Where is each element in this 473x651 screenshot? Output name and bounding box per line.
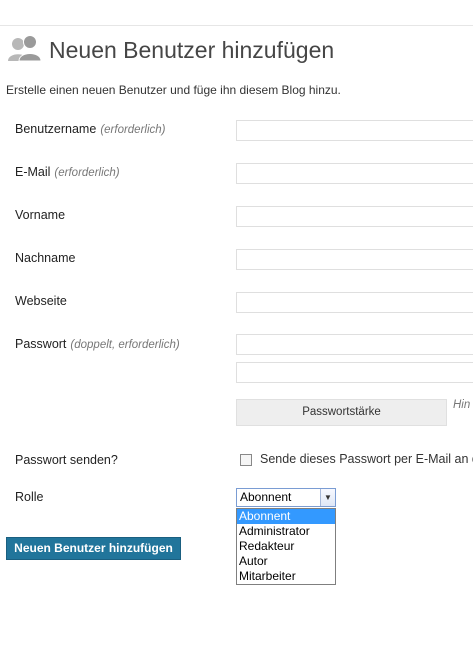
role-select-value: Abonnent bbox=[240, 490, 292, 504]
password-label-text: Passwort bbox=[15, 337, 67, 351]
username-required-note: (erforderlich) bbox=[100, 124, 166, 136]
send-password-label: Passwort senden? bbox=[15, 453, 118, 467]
website-input[interactable] bbox=[236, 292, 473, 313]
role-option-mitarbeiter[interactable]: Mitarbeiter bbox=[237, 569, 335, 584]
page-intro: Erstelle einen neuen Benutzer und füge i… bbox=[6, 83, 341, 97]
top-divider bbox=[0, 25, 473, 26]
firstname-input[interactable] bbox=[236, 206, 473, 227]
users-icon bbox=[6, 33, 44, 65]
firstname-label: Vorname bbox=[15, 208, 66, 222]
password-strength-indicator: Passwortstärke bbox=[236, 399, 447, 426]
password-repeat-input[interactable] bbox=[236, 362, 473, 383]
role-option-redakteur[interactable]: Redakteur bbox=[237, 539, 335, 554]
role-select[interactable]: Abonnent ▼ bbox=[236, 488, 336, 507]
password-label: Passwort (doppelt, erforderlich) bbox=[15, 337, 180, 351]
role-option-administrator[interactable]: Administrator bbox=[237, 524, 335, 539]
role-option-autor[interactable]: Autor bbox=[237, 554, 335, 569]
username-label-text: Benutzername bbox=[15, 122, 97, 136]
lastname-label: Nachname bbox=[15, 251, 76, 265]
username-label: Benutzername (erforderlich) bbox=[15, 122, 166, 136]
username-input[interactable] bbox=[236, 120, 473, 141]
add-user-button[interactable]: Neuen Benutzer hinzufügen bbox=[6, 537, 181, 560]
email-required-note: (erforderlich) bbox=[54, 167, 120, 179]
email-label-text: E-Mail bbox=[15, 165, 51, 179]
password-input[interactable] bbox=[236, 334, 473, 355]
email-label: E-Mail (erforderlich) bbox=[15, 165, 120, 179]
role-option-abonnent[interactable]: Abonnent bbox=[237, 509, 335, 524]
email-input[interactable] bbox=[236, 163, 473, 184]
page-title: Neuen Benutzer hinzufügen bbox=[49, 37, 335, 63]
send-password-checkbox[interactable] bbox=[240, 454, 252, 466]
lastname-input[interactable] bbox=[236, 249, 473, 270]
role-dropdown-list: Abonnent Administrator Redakteur Autor M… bbox=[236, 508, 336, 585]
send-password-checkbox-label[interactable]: Sende dieses Passwort per E-Mail an d bbox=[260, 452, 473, 466]
website-label: Webseite bbox=[15, 294, 67, 308]
role-label: Rolle bbox=[15, 490, 44, 504]
password-hint-text: Hin bbox=[453, 399, 471, 411]
password-required-note: (doppelt, erforderlich) bbox=[70, 339, 180, 351]
triangle-down-icon[interactable]: ▼ bbox=[320, 489, 335, 506]
